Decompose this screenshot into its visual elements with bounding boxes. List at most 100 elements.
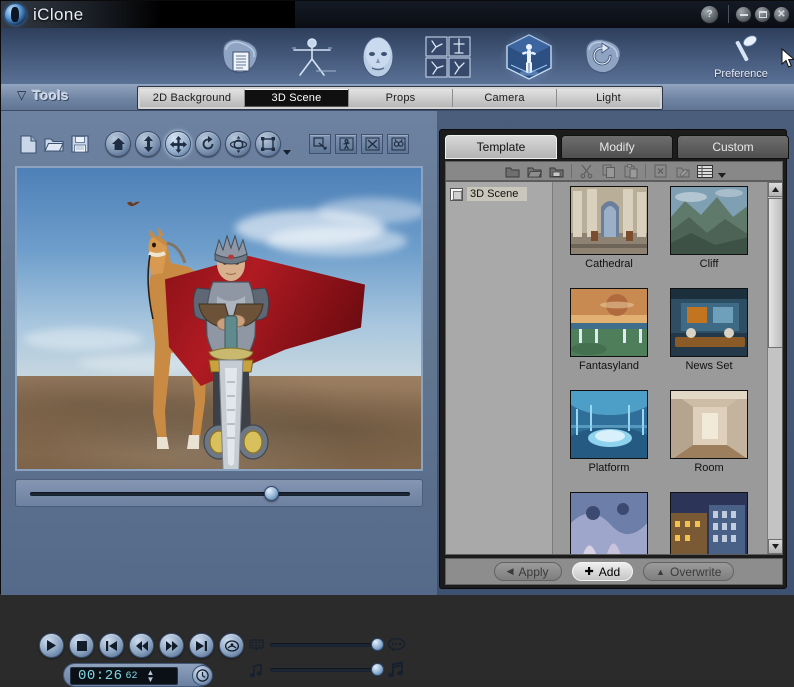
- module-button-actor[interactable]: [286, 32, 338, 82]
- tab-light[interactable]: Light: [556, 89, 660, 107]
- spinner-up-icon: ▲: [147, 669, 155, 676]
- help-button[interactable]: ?: [700, 5, 719, 24]
- scene-viewport[interactable]: [15, 166, 423, 471]
- actor-icon: [286, 35, 338, 79]
- library-scrollbar[interactable]: [767, 182, 782, 554]
- close-button[interactable]: ✕: [773, 6, 790, 23]
- full-screen-icon: [365, 137, 380, 151]
- prev-frame-button[interactable]: [99, 633, 124, 658]
- cloud: [317, 198, 421, 224]
- apply-button[interactable]: ◀ Apply: [494, 562, 562, 581]
- rewind-button[interactable]: [129, 633, 154, 658]
- preference-button[interactable]: Preference: [693, 34, 789, 82]
- delete-button[interactable]: [651, 163, 670, 179]
- folder-new-icon: [505, 165, 520, 178]
- forward-button[interactable]: [159, 633, 184, 658]
- folder-open-button[interactable]: [525, 163, 544, 179]
- library-item[interactable]: Cathedral: [559, 186, 659, 286]
- tools-dropdown[interactable]: ▽ Tools: [17, 87, 69, 103]
- module-button-animation[interactable]: [422, 32, 474, 82]
- library-item[interactable]: Platform: [559, 390, 659, 490]
- voice-volume-handle[interactable]: [371, 638, 384, 651]
- apply-label: Apply: [519, 565, 549, 579]
- module-button-render[interactable]: [578, 32, 630, 82]
- tab-modify[interactable]: Modify: [561, 135, 673, 159]
- library-item-label: Fantasyland: [559, 360, 659, 372]
- knight-character: [175, 220, 287, 469]
- cut-button[interactable]: [577, 163, 596, 179]
- rotate-tool-button[interactable]: [195, 131, 221, 157]
- library-item[interactable]: News Set: [659, 288, 759, 388]
- tab-template[interactable]: Template: [445, 135, 557, 159]
- minimize-icon: [740, 14, 748, 16]
- overwrite-button[interactable]: ▲ Overwrite: [643, 562, 734, 581]
- module-button-stage[interactable]: [503, 32, 555, 82]
- library-item[interactable]: Cliff: [659, 186, 759, 286]
- orbit-tool-button[interactable]: [225, 131, 251, 157]
- paste-button[interactable]: [621, 163, 640, 179]
- folder-new-button[interactable]: [503, 163, 522, 179]
- timecode-spinner[interactable]: ▲ ▼: [147, 669, 155, 683]
- music-volume-handle[interactable]: [371, 663, 384, 676]
- zoom-select-button[interactable]: [309, 134, 331, 154]
- fit-person-button[interactable]: [335, 134, 357, 154]
- library-item[interactable]: Room: [659, 390, 759, 490]
- add-label: Add: [599, 565, 620, 579]
- minimize-button[interactable]: [735, 6, 752, 23]
- library-item[interactable]: [659, 492, 759, 554]
- module-button-project[interactable]: [214, 32, 266, 82]
- rename-button[interactable]: [673, 163, 692, 179]
- app-branding: iClone: [1, 1, 161, 28]
- timeline-track[interactable]: [30, 492, 410, 496]
- tab-2d-background[interactable]: 2D Background: [140, 89, 244, 107]
- timecode-display[interactable]: 00:26 62 ▲ ▼: [70, 667, 178, 685]
- module-button-face[interactable]: [352, 32, 404, 82]
- copy-button[interactable]: [599, 163, 618, 179]
- tab-custom[interactable]: Custom: [677, 135, 789, 159]
- scroll-down-button[interactable]: [768, 539, 782, 554]
- new-file-button[interactable]: [17, 133, 39, 155]
- voice-volume-slider[interactable]: [270, 643, 382, 647]
- tree-item-3d-scene[interactable]: 3D Scene: [450, 187, 552, 201]
- content-library-pane: Template Modify Custom: [437, 111, 794, 595]
- tree-node-icon[interactable]: [450, 188, 463, 201]
- save-file-button[interactable]: [69, 133, 91, 155]
- tab-list: 2D Background 3D Scene Props Camera Ligh…: [137, 86, 663, 110]
- stop-button[interactable]: [69, 633, 94, 658]
- next-frame-button[interactable]: [189, 633, 214, 658]
- preview-button[interactable]: [387, 134, 409, 154]
- library-item-label: News Set: [659, 360, 759, 372]
- tab-3d-scene[interactable]: 3D Scene: [244, 89, 348, 107]
- scrollbar-thumb[interactable]: [768, 198, 782, 348]
- clock-icon: [196, 669, 209, 682]
- home-icon: [111, 137, 126, 151]
- library-item[interactable]: [559, 492, 659, 554]
- add-button[interactable]: ✚ Add: [572, 562, 634, 581]
- save-file-icon: [71, 135, 89, 153]
- scroll-up-button[interactable]: [768, 182, 782, 197]
- home-view-button[interactable]: [105, 131, 131, 157]
- scale-dropdown-caret-icon[interactable]: [283, 150, 291, 155]
- timeline-handle[interactable]: [264, 486, 279, 501]
- height-tool-button[interactable]: [135, 131, 161, 157]
- view-mode-icon: [697, 165, 713, 178]
- full-screen-button[interactable]: [361, 134, 383, 154]
- open-file-button[interactable]: [43, 133, 65, 155]
- library-content-area: 3D Scene: [445, 181, 783, 555]
- cathedral-thumbnail-icon: [571, 187, 648, 255]
- move-tool-button[interactable]: [165, 131, 191, 157]
- scale-tool-button[interactable]: [255, 131, 281, 157]
- folder-save-button[interactable]: [547, 163, 566, 179]
- play-button[interactable]: [39, 633, 64, 658]
- view-mode-button[interactable]: [695, 163, 714, 179]
- timeline-scrubber[interactable]: [15, 479, 423, 507]
- maximize-button[interactable]: [754, 6, 771, 23]
- tab-props[interactable]: Props: [348, 89, 452, 107]
- record-button[interactable]: [219, 633, 244, 658]
- library-item[interactable]: Fantasyland: [559, 288, 659, 388]
- time-setting-button[interactable]: [192, 665, 213, 686]
- scroll-up-icon: [772, 187, 779, 192]
- view-mode-caret-icon[interactable]: [718, 173, 726, 178]
- music-volume-slider[interactable]: [270, 668, 382, 672]
- tab-camera[interactable]: Camera: [452, 89, 556, 107]
